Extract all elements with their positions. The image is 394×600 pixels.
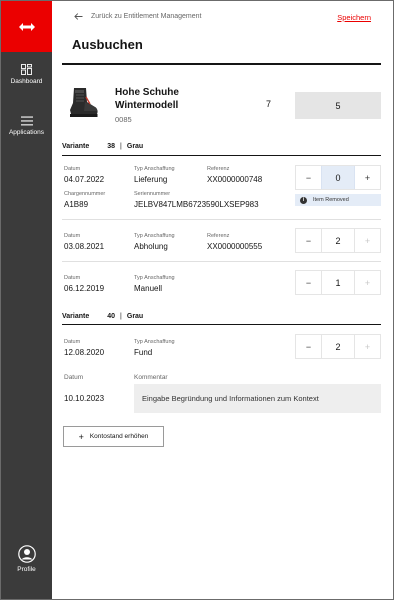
datum-caption: Datum xyxy=(64,166,81,172)
quantity-stepper: − 2 + xyxy=(295,228,381,253)
quantity-value[interactable]: 2 xyxy=(321,229,355,252)
variant-color: Grau xyxy=(126,143,144,150)
boot-image xyxy=(70,88,98,117)
increase-balance-label: Kontostand erhöhen xyxy=(89,433,149,440)
decrement-button[interactable]: − xyxy=(296,335,321,358)
nav-profile[interactable]: Profile xyxy=(1,545,52,573)
quantity-value[interactable]: 1 xyxy=(321,271,355,294)
info-icon: i xyxy=(300,196,307,204)
variant-separator: | xyxy=(120,313,122,320)
charge-value: A1B89 xyxy=(64,200,89,209)
datum-value: 12.08.2020 xyxy=(64,348,105,357)
typ-caption: Typ Anschaffung xyxy=(134,166,175,172)
increase-balance-button[interactable]: + Kontostand erhöhen xyxy=(63,426,164,447)
referenz-value: XX0000000748 xyxy=(207,175,263,184)
datum-value: 04.07.2022 xyxy=(64,175,105,184)
decrement-button[interactable]: − xyxy=(296,166,321,189)
kommentar-caption: Kommentar xyxy=(134,374,168,381)
quantity-stepper: − 1 + xyxy=(295,270,381,295)
variant-divider xyxy=(62,155,381,156)
typ-value: Lieferung xyxy=(134,175,168,184)
item-removed-badge: i Item Removed xyxy=(295,194,381,206)
variant-color: Grau xyxy=(126,313,144,320)
plus-icon: + xyxy=(78,431,84,442)
typ-caption: Typ Anschaffung xyxy=(134,233,175,239)
nav-applications-label: Applications xyxy=(8,129,45,136)
nav-dashboard[interactable]: Dashboard xyxy=(1,64,52,85)
title-divider xyxy=(62,63,381,65)
datum-caption: Datum xyxy=(64,233,81,239)
row-divider xyxy=(62,219,381,220)
datum-value: 03.08.2021 xyxy=(64,242,105,251)
user-icon xyxy=(17,545,36,563)
nav-profile-label: Profile xyxy=(17,566,36,573)
save-button[interactable]: Speichern xyxy=(337,13,371,22)
quantity-value[interactable]: 2 xyxy=(321,335,355,358)
decrement-button[interactable]: − xyxy=(296,271,321,294)
page-title: Ausbuchen xyxy=(72,37,143,52)
variant-separator: | xyxy=(120,143,122,150)
back-link[interactable]: Zurück zu Entitlement Management xyxy=(74,13,202,20)
referenz-caption: Referenz xyxy=(207,233,230,239)
charge-caption: Chargennummer xyxy=(64,191,106,197)
increment-button[interactable]: + xyxy=(355,229,380,252)
variant-header: Variante 38 | Grau xyxy=(62,143,143,150)
referenz-value: XX0000000555 xyxy=(207,242,263,251)
serie-caption: Seriennummer xyxy=(134,191,171,197)
arrow-left-icon xyxy=(74,13,83,20)
increment-button[interactable]: + xyxy=(355,335,380,358)
product-quantity-field[interactable]: 5 xyxy=(295,92,381,119)
variant-label: Variante xyxy=(62,313,90,320)
typ-value: Fund xyxy=(134,348,153,357)
serie-value: JELBV847LMB6723590LXSEP983 xyxy=(134,200,259,209)
quantity-stepper: − 0 + xyxy=(295,165,381,190)
row-divider xyxy=(62,261,381,262)
datum-caption: Datum xyxy=(64,339,81,345)
product-code: 0085 xyxy=(115,115,132,124)
increment-button[interactable]: + xyxy=(355,271,380,294)
comment-input[interactable]: Eingabe Begründung und Informationen zum… xyxy=(134,384,381,413)
brand-logo[interactable] xyxy=(1,1,52,52)
referenz-caption: Referenz xyxy=(207,166,230,172)
variant-header: Variante 40 | Grau xyxy=(62,313,143,320)
variant-label: Variante xyxy=(62,143,90,150)
dashboard-icon xyxy=(21,64,32,75)
sidebar: Dashboard Applications Profile xyxy=(1,1,52,599)
variant-size: 38 xyxy=(107,143,116,150)
typ-caption: Typ Anschaffung xyxy=(134,339,175,345)
nav-dashboard-label: Dashboard xyxy=(10,78,43,85)
product-name: Hohe Schuhe Wintermodell xyxy=(115,87,179,111)
typ-caption: Typ Anschaffung xyxy=(134,275,175,281)
decrement-button[interactable]: − xyxy=(296,229,321,252)
item-removed-label: Item Removed xyxy=(313,197,349,203)
datum-value: 06.12.2019 xyxy=(64,284,105,293)
increment-button[interactable]: + xyxy=(355,166,380,189)
datum-caption: Datum xyxy=(64,374,84,381)
nav-applications[interactable]: Applications xyxy=(1,116,52,136)
product-count: 7 xyxy=(266,99,272,109)
quantity-stepper: − 2 + xyxy=(295,334,381,359)
variant-size: 40 xyxy=(107,313,116,320)
typ-value: Abholung xyxy=(134,242,168,251)
quantity-value[interactable]: 0 xyxy=(321,166,355,189)
back-link-label: Zurück zu Entitlement Management xyxy=(91,13,202,20)
datum-caption: Datum xyxy=(64,275,81,281)
datum-value: 10.10.2023 xyxy=(64,394,105,403)
typ-value: Manuell xyxy=(134,284,163,293)
main-content: Zurück zu Entitlement Management Speiche… xyxy=(52,1,393,599)
sbb-logo-icon xyxy=(18,22,35,31)
menu-icon xyxy=(20,116,33,126)
variant-divider xyxy=(62,324,381,325)
